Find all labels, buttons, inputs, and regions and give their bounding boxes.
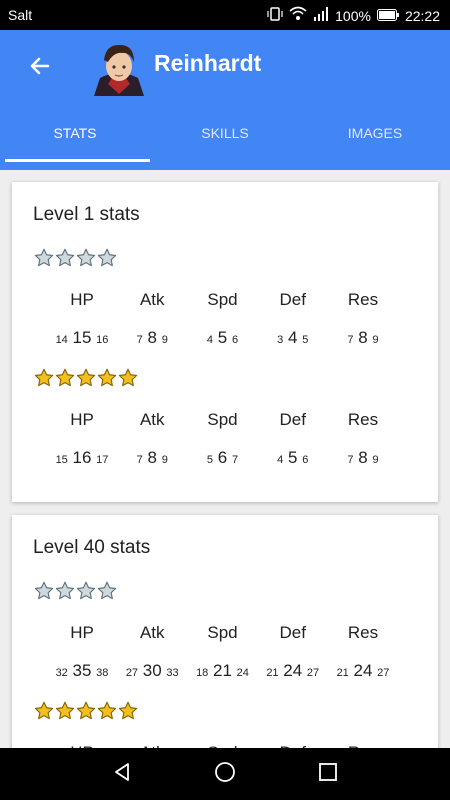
card-title: Level 40 stats: [33, 537, 151, 558]
stat-label-spd: Spd: [207, 623, 238, 642]
level-40-stats-card: Level 40 stats HP Atk Spd Def Res 32 35 …: [12, 515, 438, 748]
rarity-5-stars: [34, 701, 138, 726]
clock: 22:22: [404, 7, 440, 24]
stat-label-def: Def: [279, 290, 306, 309]
rarity-4-stars: [34, 581, 117, 606]
stat-label-res: Res: [347, 290, 379, 309]
stat-value: 27 30 33: [125, 661, 179, 680]
tab-stats[interactable]: STATS: [0, 110, 150, 162]
stat-values: 32 35 38 27 30 33 18 21 24 21 24 27 21 24 27: [12, 661, 438, 681]
stat-label-def: Def: [279, 410, 306, 429]
star-icon: [76, 368, 96, 393]
star-icon: [34, 248, 54, 273]
star-icon: [55, 581, 75, 606]
nav-back-icon[interactable]: [111, 761, 133, 788]
star-icon: [118, 701, 138, 726]
star-icon: [55, 368, 75, 393]
stat-label-hp: HP: [70, 623, 94, 642]
star-icon: [55, 248, 75, 273]
stat-value: 4 5 6: [206, 328, 239, 347]
stat-value: 21 24 27: [266, 661, 320, 680]
stat-value: 15 16 17: [55, 448, 109, 467]
stat-value: 7 8 9: [347, 328, 379, 347]
stat-label-def: Def: [279, 623, 306, 642]
star-icon: [76, 581, 96, 606]
stat-label-spd: Spd: [207, 410, 238, 429]
vibrate-icon: [267, 6, 283, 25]
stat-label-res: Res: [347, 410, 379, 429]
star-icon: [97, 581, 117, 606]
stats-table-4-star: HP Atk Spd Def Res 32 35 38 27 30 33 18 21…: [12, 623, 438, 681]
stat-label-res: Res: [347, 623, 379, 642]
stat-values: 15 16 17 7 8 9 5 6 7 4 5 6 7 8 9: [12, 448, 438, 468]
stat-label-hp: HP: [70, 290, 94, 309]
star-icon: [34, 368, 54, 393]
stat-label-atk: Atk: [139, 410, 165, 429]
star-icon: [34, 581, 54, 606]
stat-labels: HP Atk Spd Def Res: [12, 290, 438, 310]
star-icon: [76, 248, 96, 273]
stats-table-5-star: HP Atk Spd Def Res 15 16 17 7 8 9 5 6 7 4 5…: [12, 410, 438, 468]
carrier-name: Salt: [8, 7, 33, 23]
star-icon: [97, 368, 117, 393]
battery-percent: 100%: [335, 7, 371, 24]
star-icon: [34, 701, 54, 726]
tab-bar: STATS SKILLS IMAGES: [0, 110, 450, 162]
star-icon: [118, 368, 138, 393]
stat-value: 7 8 9: [136, 448, 168, 467]
rarity-5-stars: [34, 368, 138, 393]
star-icon: [76, 701, 96, 726]
stat-label-hp: HP: [70, 410, 94, 429]
stat-value: 21 24 27: [336, 661, 390, 680]
back-arrow-icon[interactable]: [24, 50, 56, 82]
stats-table-4-star: HP Atk Spd Def Res 14 15 16 7 8 9 4 5 6 3 4…: [12, 290, 438, 348]
stat-labels: HP Atk Spd Def Res: [12, 623, 438, 643]
stat-value: 4 5 6: [277, 448, 309, 467]
stat-value: 7 8 9: [347, 448, 379, 467]
nav-recents-icon[interactable]: [317, 761, 339, 788]
level-1-stats-card: Level 1 stats HP Atk Spd Def Res 14 15 1…: [12, 182, 438, 502]
stat-value: 7 8 9: [136, 328, 168, 347]
card-title: Level 1 stats: [33, 204, 140, 225]
system-nav-bar: [0, 748, 450, 800]
stat-label-spd: Spd: [207, 290, 238, 309]
stat-value: 3 4 5: [277, 328, 309, 347]
star-icon: [97, 248, 117, 273]
status-icons: 100% 22:22: [267, 6, 440, 25]
stat-value: 32 35 38: [55, 661, 109, 680]
signal-icon: [313, 6, 329, 25]
stat-value: 5 6 7: [206, 448, 239, 467]
stat-values: 14 15 16 7 8 9 4 5 6 3 4 5 7 8 9: [12, 328, 438, 348]
stat-labels: HP Atk Spd Def Res: [12, 410, 438, 430]
star-icon: [97, 701, 117, 726]
stat-label-atk: Atk: [139, 623, 165, 642]
tab-skills[interactable]: SKILLS: [150, 110, 300, 160]
tab-images[interactable]: IMAGES: [300, 110, 450, 160]
battery-icon: [376, 8, 399, 24]
hero-name: Reinhardt: [154, 50, 262, 76]
stats-scroll-area[interactable]: Level 1 stats HP Atk Spd Def Res 14 15 1…: [0, 170, 450, 748]
status-bar: Salt 100% 22:22: [0, 0, 450, 30]
wifi-icon: [289, 6, 307, 25]
stat-value: 14 15 16: [55, 328, 109, 347]
nav-home-icon[interactable]: [213, 760, 237, 789]
rarity-4-stars: [34, 248, 117, 273]
app-bar: Reinhardt STATS SKILLS IMAGES: [0, 30, 450, 170]
hero-avatar: [90, 38, 148, 96]
stat-value: 18 21 24: [196, 661, 249, 680]
stat-label-atk: Atk: [139, 290, 165, 309]
star-icon: [55, 701, 75, 726]
